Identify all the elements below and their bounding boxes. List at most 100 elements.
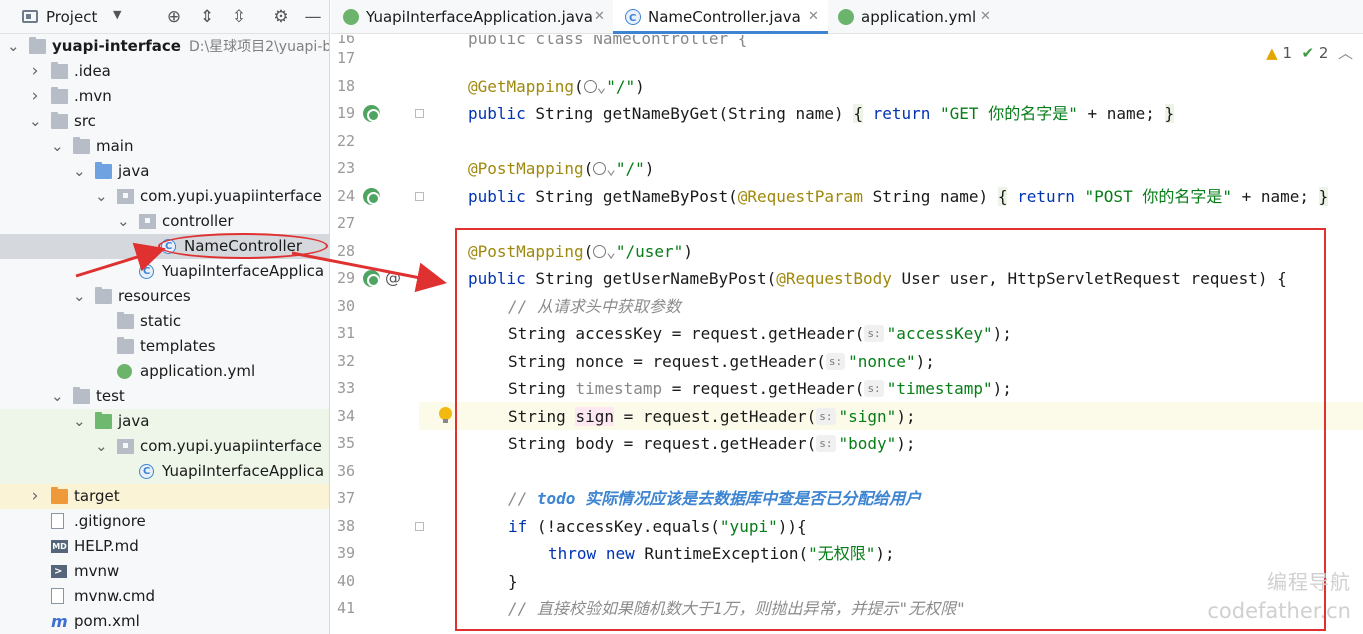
code-token: );	[896, 406, 916, 426]
chevron-right-icon[interactable]: ›	[29, 484, 41, 509]
code-token: "GET 你的名字是"	[940, 104, 1078, 123]
spring-yml-icon	[117, 364, 132, 379]
tree-item[interactable]: › .idea	[0, 59, 329, 84]
tab-application-yml[interactable]: application.yml ✕	[828, 0, 1003, 34]
tree-item-text: main	[96, 137, 134, 155]
code-token: public	[468, 269, 526, 288]
code-token: }	[1318, 186, 1329, 206]
tree-item[interactable]: m pom.xml	[0, 609, 329, 634]
chevron-down-icon[interactable]: ⌄	[95, 184, 108, 209]
chevron-down-icon[interactable]: ⌄	[51, 134, 64, 159]
code-token: String	[508, 406, 576, 426]
chevron-down-icon[interactable]: ⌄	[29, 109, 42, 134]
code-token: (	[573, 76, 584, 96]
tree-item[interactable]: NameController	[0, 234, 329, 259]
tree-item-label: NameController	[184, 234, 302, 259]
locate-file-icon[interactable]: ⊕	[163, 6, 185, 28]
tree-item[interactable]: templates	[0, 334, 329, 359]
fold-icon[interactable]	[415, 521, 424, 531]
collapse-all-icon[interactable]: ⇳	[228, 6, 250, 28]
hide-icon[interactable]: —	[302, 6, 324, 28]
globe-icon	[593, 162, 607, 175]
project-tree: ⌄ yuapi-interface D:\星球项目2\yuapi-b › .idea ›.…	[0, 34, 329, 634]
tree-item[interactable]: static	[0, 309, 329, 334]
param-hint: s:	[816, 407, 836, 425]
tree-item[interactable]: ⌄ src	[0, 109, 329, 134]
tree-item[interactable]: ⌄ test	[0, 384, 329, 409]
lightbulb-icon[interactable]	[439, 406, 452, 423]
tree-item[interactable]: application.yml	[0, 359, 329, 384]
check-count: 2	[1318, 44, 1329, 62]
close-icon[interactable]: ✕	[980, 0, 991, 34]
chevron-down-icon[interactable]: ⌄	[73, 159, 86, 184]
code-token: new	[605, 544, 635, 563]
chevron-down-icon[interactable]: ⌄	[51, 384, 64, 409]
tree-item[interactable]: ⌄ java	[0, 409, 329, 434]
tree-item[interactable]: › .mvn	[0, 84, 329, 109]
line-number: 33	[336, 379, 355, 397]
chevron-down-icon[interactable]: ⌄	[117, 209, 130, 234]
tree-item-label: .idea	[74, 59, 111, 84]
tree-item[interactable]: › target	[0, 484, 329, 509]
code-token: todo	[536, 489, 576, 508]
code-token: = request.getHeader(	[662, 379, 865, 398]
tree-item[interactable]: ⌄ resources	[0, 284, 329, 309]
code-token: + name;	[1231, 186, 1319, 206]
code-token: "/user"	[615, 241, 684, 261]
chevron-down-icon[interactable]: ⌄	[73, 409, 86, 434]
code-token: "nonce"	[848, 351, 916, 371]
annotation-marker-icon[interactable]: @	[385, 268, 401, 287]
code-token: User user, HttpServletRequest request) {	[891, 269, 1287, 288]
tree-item[interactable]: ⌄ controller	[0, 209, 329, 234]
tree-item[interactable]: .gitignore	[0, 509, 329, 534]
expand-all-icon[interactable]: ⇕	[196, 6, 218, 28]
line-number: 23	[336, 159, 355, 177]
tree-item[interactable]: ⌄ com.yupi.yuapiinterface	[0, 434, 329, 459]
tree-item[interactable]: mvnw	[0, 559, 329, 584]
gear-icon[interactable]: ⚙	[270, 6, 292, 28]
tree-item[interactable]: YuapiInterfaceApplica	[0, 259, 329, 284]
fold-icon[interactable]	[415, 109, 424, 118]
fold-icon[interactable]	[415, 191, 424, 201]
tab-name-controller[interactable]: NameController.java ✕	[613, 0, 828, 36]
tree-item[interactable]: MD HELP.md	[0, 534, 329, 559]
chevron-right-icon[interactable]: ›	[29, 59, 41, 84]
tree-item[interactable]: mvnw.cmd	[0, 584, 329, 609]
chevron-down-icon[interactable]: ⌄	[73, 284, 86, 309]
tree-item-label: static	[140, 309, 181, 334]
code-token: RuntimeException(	[634, 544, 809, 563]
code-editor[interactable]: 16 17 18 19 22 23 24 27 28 29 30 31 32 33 34 35 36 37 38 39…	[331, 35, 1363, 634]
close-icon[interactable]: ✕	[808, 0, 819, 34]
code-line: }	[508, 568, 518, 596]
tree-item[interactable]: ⌄ yuapi-interface D:\星球项目2\yuapi-b	[0, 34, 329, 59]
line-number: 32	[336, 351, 355, 370]
watermark-line2: codefather.cn	[1207, 599, 1351, 623]
tree-item-text: com.yupi.yuapiinterface	[140, 187, 322, 205]
code-token: throw	[548, 544, 597, 563]
chevron-down-icon[interactable]: ⌄	[95, 434, 108, 459]
endpoint-marker-icon[interactable]	[363, 105, 380, 122]
endpoint-marker-icon[interactable]	[363, 187, 380, 205]
endpoint-marker-icon[interactable]	[363, 270, 380, 287]
code-token: String accessKey = request.getHeader(	[508, 324, 865, 343]
line-number: 34	[336, 406, 355, 425]
inspection-widget[interactable]: ▲ 1 ✔ 2 ︿	[1266, 42, 1353, 63]
code-token: "无权限"	[808, 544, 876, 563]
line-number: 22	[336, 131, 355, 150]
tree-item[interactable]: ⌄ com.yupi.yuapiinterface	[0, 184, 329, 209]
tree-item[interactable]: ⌄ java	[0, 159, 329, 184]
tree-item[interactable]: ⌄ main	[0, 134, 329, 159]
project-view-selector[interactable]: Project	[46, 8, 97, 26]
chevron-down-icon[interactable]: ⌄	[7, 34, 20, 59]
chevron-down-icon[interactable]: ▼	[113, 8, 121, 21]
tree-item[interactable]: YuapiInterfaceApplica	[0, 459, 329, 484]
chevron-right-icon[interactable]: ›	[29, 84, 41, 109]
chevron-up-icon[interactable]: ︿	[1338, 44, 1353, 62]
package-icon	[117, 439, 134, 454]
line-number: 40	[336, 571, 355, 590]
tab-yuapi-interface-application[interactable]: YuapiInterfaceApplication.java ✕	[331, 0, 613, 34]
class-icon	[625, 2, 641, 36]
code-line: // 直接校验如果随机数大于1万，则抛出异常，并提示"无权限"	[508, 595, 966, 623]
close-icon[interactable]: ✕	[594, 0, 605, 34]
line-number: 37	[336, 489, 355, 507]
